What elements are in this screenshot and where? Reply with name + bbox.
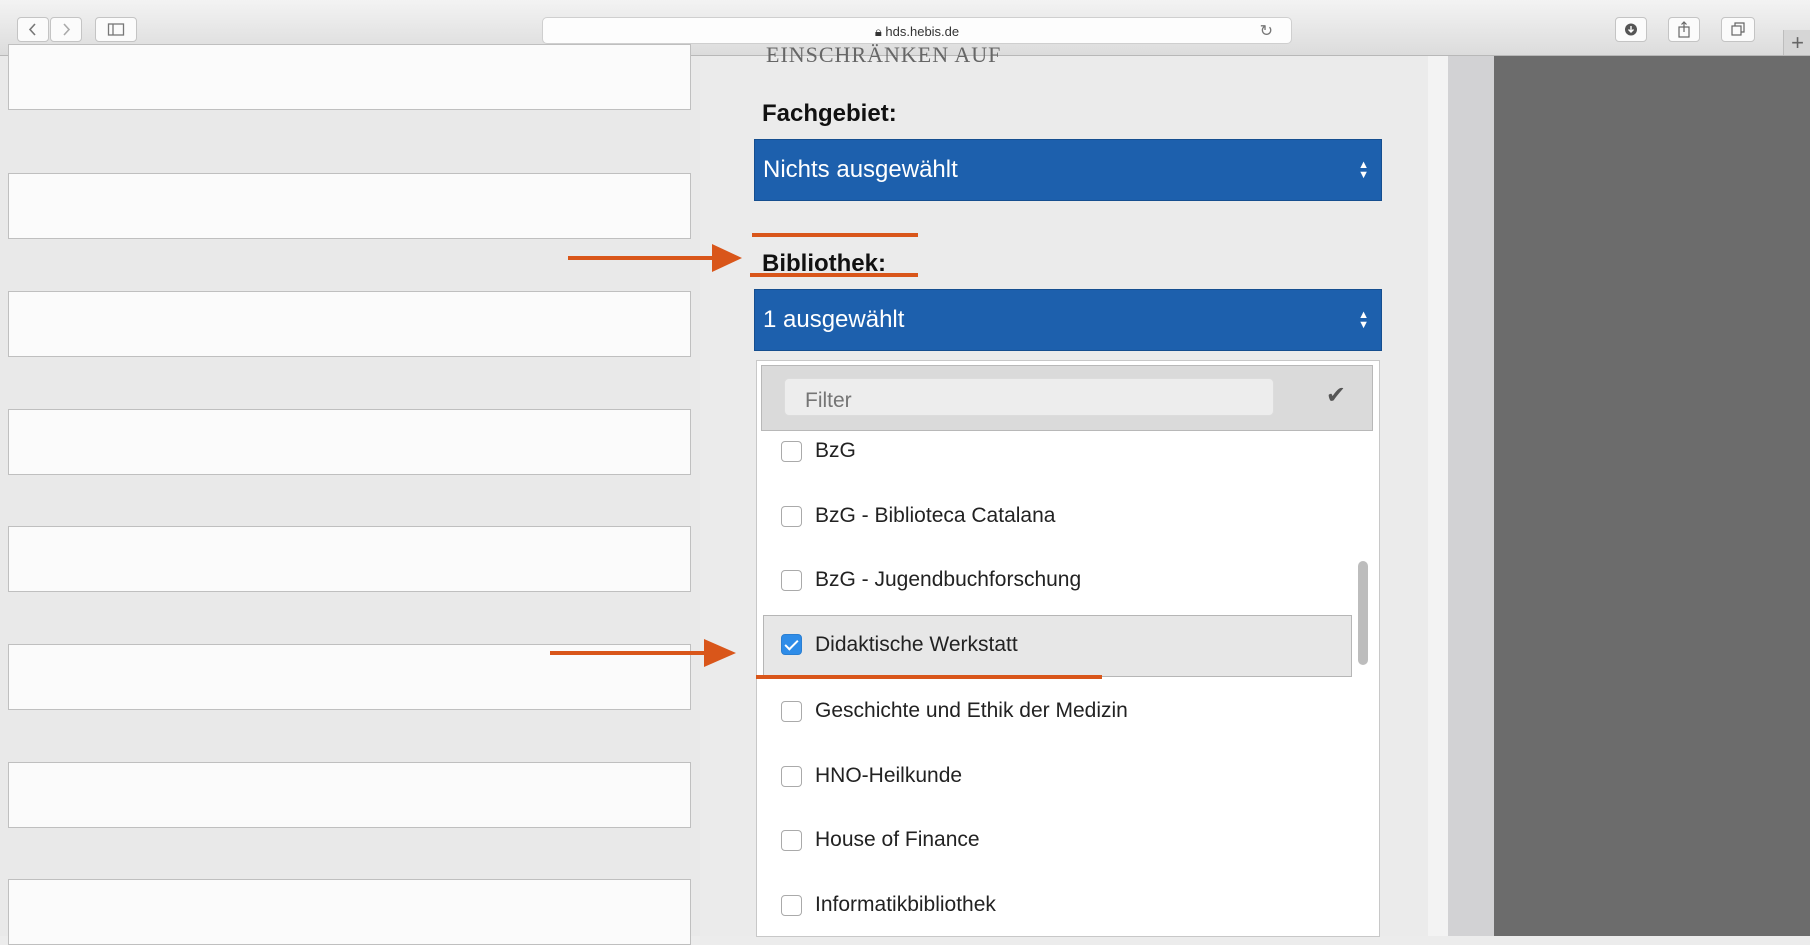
address-bar[interactable]: 🔒︎ hds.hebis.de ↻ — [542, 17, 1292, 44]
bibliothek-dropdown: ✔ BzG BzG - Biblioteca Catalana BzG - Ju… — [756, 360, 1380, 937]
result-row[interactable] — [8, 173, 691, 239]
filter-input[interactable] — [784, 378, 1274, 416]
checkmark-icon[interactable]: ✔ — [1326, 381, 1346, 410]
fachgebiet-label: Fachgebiet: — [762, 100, 897, 127]
fachgebiet-value: Nichts ausgewählt — [763, 156, 958, 183]
option-item[interactable]: House of Finance — [767, 814, 1263, 870]
option-label: Didaktische Werkstatt — [815, 633, 1018, 656]
checkbox[interactable] — [781, 506, 802, 527]
share-icon — [1678, 21, 1690, 38]
tabs-overview-icon — [1731, 22, 1745, 36]
chevron-left-icon — [28, 23, 36, 36]
sidebar-button[interactable] — [95, 17, 137, 42]
filter-bar: ✔ — [761, 365, 1373, 431]
plus-icon: + — [1791, 30, 1804, 55]
section-heading: EINSCHRÄNKEN AUF — [766, 42, 1002, 67]
checkbox[interactable] — [781, 895, 802, 916]
result-row[interactable] — [8, 409, 691, 475]
result-row[interactable] — [8, 44, 691, 110]
result-row[interactable] — [8, 526, 691, 592]
option-item[interactable]: HNO-Heilkunde — [767, 750, 1263, 806]
reload-icon[interactable]: ↻ — [1260, 21, 1273, 41]
result-row[interactable] — [8, 644, 691, 710]
option-label: Informatikbibliothek — [815, 893, 996, 916]
bibliothek-label: Bibliothek: — [762, 250, 886, 277]
option-label: BzG - Jugendbuchforschung — [815, 568, 1082, 591]
checkbox[interactable] — [781, 701, 802, 722]
option-item[interactable]: BzG — [767, 425, 1263, 481]
share-button[interactable] — [1668, 17, 1700, 42]
download-icon — [1625, 23, 1637, 36]
checkbox[interactable] — [781, 441, 802, 462]
back-button[interactable] — [17, 17, 49, 42]
option-label: BzG — [815, 439, 856, 462]
result-row[interactable] — [8, 879, 691, 945]
fachgebiet-select[interactable]: Nichts ausgewählt ▲ ▼ — [754, 139, 1382, 201]
checkbox[interactable] — [781, 570, 802, 591]
option-item-selected[interactable]: Didaktische Werkstatt — [763, 615, 1352, 677]
select-caret-icon: ▲ ▼ — [1358, 159, 1369, 181]
checkbox[interactable] — [781, 766, 802, 787]
sidebar-icon — [107, 23, 125, 36]
result-row[interactable] — [8, 291, 691, 357]
page-content: EINSCHRÄNKEN AUF Fachgebiet: Nichts ausg… — [0, 42, 1810, 945]
chevron-right-icon — [63, 23, 71, 36]
option-item[interactable]: Geschichte und Ethik der Medizin — [767, 685, 1263, 741]
select-caret-icon: ▲ ▼ — [1358, 309, 1369, 331]
option-label: House of Finance — [815, 828, 980, 851]
new-tab-button[interactable]: + — [1783, 30, 1810, 55]
lock-icon: 🔒︎ — [874, 24, 882, 39]
option-item[interactable]: BzG - Biblioteca Catalana — [767, 490, 1263, 546]
page-background — [1494, 56, 1810, 936]
option-label: HNO-Heilkunde — [815, 764, 963, 787]
page-margin — [1448, 56, 1494, 936]
url-text: 🔒︎ hds.hebis.de — [874, 24, 960, 39]
panel-gutter — [1428, 56, 1448, 936]
option-label: Geschichte und Ethik der Medizin — [815, 699, 1128, 722]
result-row[interactable] — [8, 762, 691, 828]
bibliothek-value: 1 ausgewählt — [763, 306, 905, 333]
option-label: BzG - Biblioteca Catalana — [815, 504, 1056, 527]
forward-button[interactable] — [50, 17, 82, 42]
downloads-button[interactable] — [1615, 17, 1647, 42]
tabs-button[interactable] — [1721, 17, 1755, 42]
option-item[interactable]: Informatikbibliothek — [767, 879, 1263, 935]
checkbox[interactable] — [781, 830, 802, 851]
dropdown-scrollbar[interactable] — [1357, 441, 1369, 936]
checkbox-checked[interactable] — [781, 634, 802, 655]
bibliothek-select[interactable]: 1 ausgewählt ▲ ▼ — [754, 289, 1382, 351]
scrollbar-thumb[interactable] — [1358, 561, 1368, 665]
results-column — [0, 44, 700, 945]
option-item[interactable]: BzG - Jugendbuchforschung — [767, 554, 1263, 610]
